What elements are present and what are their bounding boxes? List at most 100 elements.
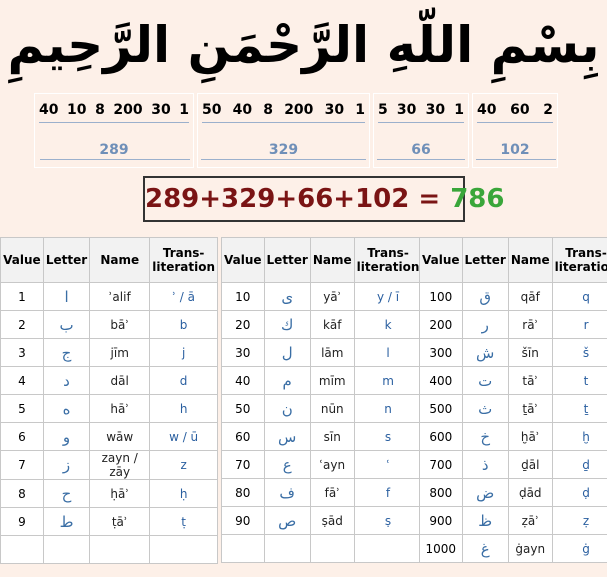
cell-transliteration: y / ī <box>353 282 423 311</box>
cell-name: yāʾ <box>309 282 355 311</box>
cell-letter: ظ <box>461 506 509 535</box>
word-sum-3: 66 <box>411 142 431 158</box>
word-values-1: 40 10 8 200 30 1 <box>39 102 189 123</box>
cell-name: ḏāl <box>507 450 553 479</box>
cell-value: 500 <box>419 394 463 423</box>
cell-letter: و <box>42 422 91 451</box>
cell-transliteration: f <box>353 478 423 507</box>
table-row: 900 ظ ẓāʾ ẓ <box>419 506 607 535</box>
cell-transliteration: j <box>149 338 218 367</box>
cell-letter <box>42 535 91 564</box>
header-letter: Letter <box>461 237 509 283</box>
word-box-4: 40 60 2 102 <box>472 93 558 168</box>
cell-value: 30 <box>221 338 265 367</box>
cell-value: 50 <box>221 394 265 423</box>
header-transliteration: Trans-literation <box>551 237 607 283</box>
letter-value: 10 <box>67 102 87 118</box>
table-row: 1000 غ ġayn ġ <box>419 534 607 563</box>
word-values-2: 50 40 8 200 30 1 <box>202 102 365 123</box>
cell-letter: ر <box>461 310 509 339</box>
cell-name: nūn <box>309 394 355 423</box>
sum-underline-3 <box>377 159 465 160</box>
cell-transliteration: m <box>353 366 423 395</box>
cell-name <box>309 534 355 563</box>
letter-value: 40 <box>39 102 59 118</box>
cell-name: wāw <box>89 422 151 451</box>
cell-value: 800 <box>419 478 463 507</box>
cell-letter: ا <box>42 282 91 311</box>
cell-letter: ب <box>42 310 91 339</box>
abjad-table-hundreds: Value Letter Name Trans-literation 100قq… <box>419 237 607 563</box>
table-row: 70 ع ʿayn ʿ <box>221 450 423 479</box>
letter-value: 1 <box>454 102 464 118</box>
header-name: Name <box>507 237 553 283</box>
cell-name: šīn <box>507 338 553 367</box>
cell-letter <box>263 534 311 563</box>
table-row: 4 د dāl d <box>0 366 218 395</box>
table-row: 30 ل lām l <box>221 338 423 367</box>
cell-letter: ك <box>263 310 311 339</box>
cell-transliteration: ḍ <box>551 478 607 507</box>
letter-value: 8 <box>95 102 105 118</box>
cell-value: 60 <box>221 422 265 451</box>
cell-value <box>0 535 44 564</box>
cell-name: lām <box>309 338 355 367</box>
table-row: 7 ز zayn / zāy z <box>0 450 218 480</box>
cell-name: ġayn <box>507 534 553 563</box>
table-row: 3 ج jīm j <box>0 338 218 367</box>
cell-name: hāʾ <box>89 394 151 423</box>
cell-transliteration: ẓ <box>551 506 607 535</box>
cell-value: 2 <box>0 310 44 339</box>
table-row: 20 ك kāf k <box>221 310 423 339</box>
word-box-1: 40 10 8 200 30 1 289 <box>34 93 194 168</box>
table-row: 10 ى yāʾ y / ī <box>221 282 423 311</box>
cell-value: 40 <box>221 366 265 395</box>
equation-result: 786 <box>450 184 505 214</box>
cell-value: 80 <box>221 478 265 507</box>
cell-value: 1 <box>0 282 44 311</box>
cell-value: 20 <box>221 310 265 339</box>
cell-value: 3 <box>0 338 44 367</box>
cell-letter: ط <box>42 507 91 536</box>
cell-value: 70 <box>221 450 265 479</box>
letter-value: 2 <box>543 102 553 118</box>
letter-value: 5 <box>378 102 388 118</box>
word-box-3: 5 30 30 1 66 <box>373 93 469 168</box>
cell-transliteration <box>353 534 423 563</box>
cell-transliteration: ṣ <box>353 506 423 535</box>
header-name: Name <box>309 237 355 283</box>
table-row: 40 م mīm m <box>221 366 423 395</box>
cell-name: ẓāʾ <box>507 506 553 535</box>
cell-letter: م <box>263 366 311 395</box>
letter-value: 60 <box>510 102 530 118</box>
cell-transliteration: b <box>149 310 218 339</box>
cell-name: dāl <box>89 366 151 395</box>
table-row: 80 ف fāʾ f <box>221 478 423 507</box>
cell-name: fāʾ <box>309 478 355 507</box>
table-row: 700 ذ ḏāl ḏ <box>419 450 607 479</box>
cell-transliteration <box>149 535 218 564</box>
cell-value: 700 <box>419 450 463 479</box>
letter-value: 30 <box>151 102 171 118</box>
cell-transliteration: d <box>149 366 218 395</box>
cell-value: 7 <box>0 450 44 480</box>
cell-letter: د <box>42 366 91 395</box>
cell-value: 9 <box>0 507 44 536</box>
table-row: 500 ث ṯāʾ ṯ <box>419 394 607 423</box>
header-value: Value <box>221 237 265 283</box>
cell-name: tāʾ <box>507 366 553 395</box>
cell-letter: ض <box>461 478 509 507</box>
cell-name: ʿayn <box>309 450 355 479</box>
letter-value: 200 <box>113 102 143 118</box>
table-row <box>0 535 218 564</box>
cell-transliteration: ḏ <box>551 450 607 479</box>
cell-name <box>89 535 151 564</box>
cell-letter: ع <box>263 450 311 479</box>
letter-value: 50 <box>202 102 222 118</box>
cell-letter: ث <box>461 394 509 423</box>
cell-value: 200 <box>419 310 463 339</box>
table-row: 8 ح ḥāʾ ḥ <box>0 479 218 508</box>
table-row <box>221 534 423 563</box>
cell-transliteration: h <box>149 394 218 423</box>
word-sum-1: 289 <box>99 142 129 158</box>
